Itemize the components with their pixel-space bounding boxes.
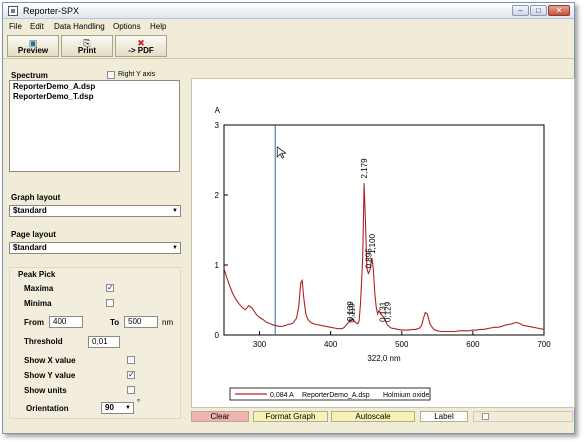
orientation-select[interactable]: 90 ▼ bbox=[101, 402, 134, 414]
orientation-value: 90 bbox=[105, 403, 114, 412]
title-bar: Reporter-SPX – □ ✕ bbox=[3, 3, 574, 19]
chevron-down-icon: ▼ bbox=[172, 208, 178, 214]
show-units-label: Show units bbox=[24, 386, 67, 395]
app-window: Reporter-SPX – □ ✕ File Edit Data Handli… bbox=[2, 2, 575, 434]
legend-file: ReporterDemo_A.dsp bbox=[302, 392, 370, 399]
spectrum-label: Spectrum bbox=[11, 71, 48, 80]
peak-pick-panel: Peak Pick Maxima Minima From 400 To 500 … bbox=[9, 267, 181, 419]
from-label: From bbox=[24, 318, 44, 327]
y-tick-label: 0 bbox=[215, 331, 220, 340]
to-input[interactable]: 500 bbox=[124, 316, 158, 328]
print-button[interactable]: ⎘ Print bbox=[61, 35, 113, 57]
orientation-label: Orientation bbox=[26, 404, 69, 413]
x-axis-label: 322,0 nm bbox=[367, 354, 401, 363]
graph-panel: A 0 1 2 3 300 400 500 600 700 322,0 nm 0,139 0,119 2,… bbox=[191, 78, 575, 408]
format-graph-button[interactable]: Format Graph bbox=[253, 411, 328, 422]
window-title: Reporter-SPX bbox=[23, 6, 80, 16]
scroll-track[interactable] bbox=[473, 411, 573, 422]
x-tick-label: 300 bbox=[253, 340, 267, 349]
x-tick-label: 500 bbox=[395, 340, 409, 349]
status-bar: Clear Format Graph Autoscale Label bbox=[191, 411, 575, 423]
peak-label: 0,129 bbox=[384, 301, 393, 322]
minimize-button[interactable]: – bbox=[512, 5, 529, 16]
preview-button[interactable]: ▣ Preview bbox=[7, 35, 59, 57]
menu-file[interactable]: File bbox=[9, 22, 22, 31]
menu-bar: File Edit Data Handling Options Help bbox=[3, 20, 574, 33]
peak-label: 1,100 bbox=[368, 233, 377, 254]
list-item[interactable]: ReporterDemo_A.dsp bbox=[10, 82, 179, 91]
maxima-checkbox[interactable] bbox=[106, 283, 114, 292]
chevron-down-icon: ▼ bbox=[125, 405, 131, 411]
menu-help[interactable]: Help bbox=[150, 22, 166, 31]
clear-button[interactable]: Clear bbox=[191, 411, 249, 422]
graph-layout-value: $tandard bbox=[13, 206, 47, 215]
close-button[interactable]: ✕ bbox=[548, 5, 570, 16]
to-label: To bbox=[110, 318, 120, 327]
menu-edit[interactable]: Edit bbox=[30, 22, 44, 31]
from-input[interactable]: 400 bbox=[49, 316, 83, 328]
mouse-pointer-icon bbox=[276, 146, 287, 159]
y-tick-label: 3 bbox=[215, 121, 220, 130]
pdf-button[interactable]: ✖ -> PDF bbox=[115, 35, 167, 57]
page-layout-select[interactable]: $tandard ▼ bbox=[9, 242, 181, 254]
legend-name: Holmium oxide bbox=[383, 392, 429, 399]
scroll-thumb[interactable] bbox=[482, 413, 489, 420]
spectrum-list[interactable]: ReporterDemo_A.dsp ReporterDemo_T.dsp bbox=[9, 80, 180, 172]
y-unit-label: A bbox=[215, 106, 221, 115]
show-units-checkbox[interactable] bbox=[127, 386, 135, 394]
graph-layout-label: Graph layout bbox=[11, 193, 61, 202]
unit-label: nm bbox=[162, 318, 174, 327]
minima-label: Minima bbox=[24, 299, 52, 308]
maxima-label: Maxima bbox=[24, 284, 54, 293]
spectrum-chart[interactable]: A0123300 400 500 600 700322,0 nm0,1390,1192,… bbox=[192, 79, 574, 407]
menu-data-handling[interactable]: Data Handling bbox=[54, 22, 105, 31]
left-panel: Spectrum Right Y axis ReporterDemo_A.dsp… bbox=[3, 60, 185, 420]
print-label: Print bbox=[77, 46, 97, 55]
x-tick-label: 600 bbox=[466, 340, 480, 349]
autoscale-button[interactable]: Autoscale bbox=[331, 411, 415, 422]
show-y-checkbox[interactable] bbox=[127, 370, 135, 379]
chevron-down-icon: ▼ bbox=[172, 245, 178, 251]
x-tick-label: 400 bbox=[324, 340, 338, 349]
graph-layout-select[interactable]: $tandard ▼ bbox=[9, 205, 181, 217]
threshold-input[interactable]: 0,01 bbox=[88, 336, 120, 348]
show-x-checkbox[interactable] bbox=[127, 356, 135, 364]
peak-pick-title: Peak Pick bbox=[18, 270, 56, 279]
show-y-label: Show Y value bbox=[24, 371, 76, 380]
minima-checkbox[interactable] bbox=[106, 299, 114, 307]
label-button[interactable]: Label bbox=[420, 411, 468, 422]
x-tick-label: 700 bbox=[537, 340, 551, 349]
peak-label: 0,119 bbox=[347, 303, 356, 323]
peak-label: 2,179 bbox=[360, 158, 369, 179]
preview-label: Preview bbox=[17, 46, 49, 55]
y-tick-label: 2 bbox=[215, 191, 220, 200]
menu-options[interactable]: Options bbox=[113, 22, 141, 31]
y-tick-label: 1 bbox=[215, 261, 220, 270]
page-layout-label: Page layout bbox=[11, 230, 56, 239]
right-y-axis-label: Right Y axis bbox=[118, 71, 156, 78]
list-item[interactable]: ReporterDemo_T.dsp bbox=[10, 92, 179, 101]
legend-value: 0,084 A bbox=[270, 392, 294, 399]
app-icon bbox=[8, 6, 18, 16]
maximize-button[interactable]: □ bbox=[530, 5, 547, 16]
threshold-label: Threshold bbox=[24, 337, 63, 346]
degree-symbol: ° bbox=[137, 398, 141, 407]
toolbar: ▣ Preview ⎘ Print ✖ -> PDF bbox=[3, 33, 574, 59]
show-x-label: Show X value bbox=[24, 356, 76, 365]
pdf-label: -> PDF bbox=[128, 46, 154, 55]
right-y-axis-checkbox[interactable] bbox=[107, 71, 115, 79]
page-layout-value: $tandard bbox=[13, 243, 47, 252]
